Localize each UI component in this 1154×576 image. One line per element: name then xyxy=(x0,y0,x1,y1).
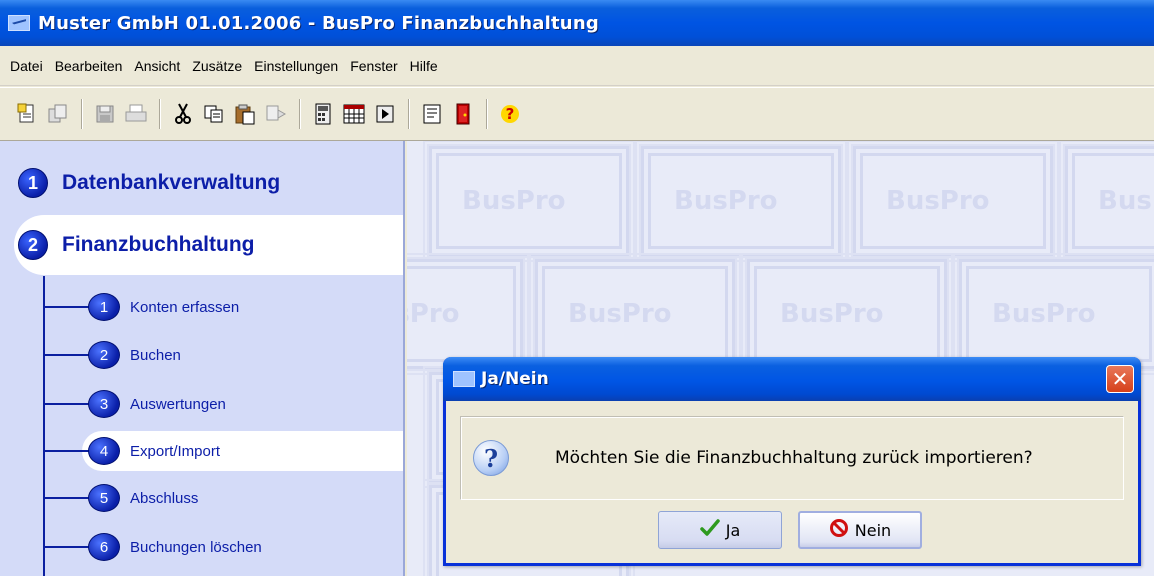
sub-item-konten-erfassen[interactable]: 1 Konten erfassen xyxy=(0,287,403,327)
prohibited-icon xyxy=(829,518,849,542)
sub-item-buchungen-loeschen[interactable]: 6 Buchungen löschen xyxy=(0,527,403,567)
tree-branch-line xyxy=(44,497,90,499)
sub-item-number-badge: 4 xyxy=(88,437,120,465)
sub-item-number-badge: 6 xyxy=(88,533,120,561)
sub-item-label: Auswertungen xyxy=(130,395,226,413)
new-document-icon[interactable] xyxy=(14,101,40,127)
menubar: Datei Bearbeiten Ansicht Zusätze Einstel… xyxy=(0,46,1154,86)
section-label: Datenbankverwaltung xyxy=(62,171,281,194)
section-number-badge: 2 xyxy=(18,230,48,260)
dialog-title: Ja/Nein xyxy=(481,369,549,389)
copy-icon[interactable] xyxy=(201,101,227,127)
print-icon[interactable] xyxy=(123,101,149,127)
watermark-text: BusPro xyxy=(886,186,990,216)
sub-item-auswertungen[interactable]: 3 Auswertungen xyxy=(0,384,403,424)
watermark-text: BusPro xyxy=(568,299,672,329)
watermark-text: BusPro xyxy=(674,186,778,216)
cut-icon[interactable] xyxy=(170,101,196,127)
report-icon[interactable] xyxy=(419,101,445,127)
help-icon[interactable]: ? xyxy=(497,101,523,127)
paste-special-icon[interactable] xyxy=(263,101,289,127)
menu-fenster[interactable]: Fenster xyxy=(344,56,403,76)
svg-text:?: ? xyxy=(506,105,515,123)
app-icon xyxy=(8,15,30,31)
tree-branch-line xyxy=(44,306,90,308)
sub-item-label: Export/Import xyxy=(130,442,221,460)
calendar-icon[interactable] xyxy=(341,101,367,127)
no-button-label: Nein xyxy=(854,520,892,540)
menu-bearbeiten[interactable]: Bearbeiten xyxy=(49,56,129,76)
section-number-badge: 1 xyxy=(18,168,48,198)
sub-item-label: Buchen xyxy=(130,346,181,364)
tree-branch-line xyxy=(44,450,90,452)
close-icon: ✕ xyxy=(1111,367,1129,391)
sub-item-export-import[interactable]: 4 Export/Import xyxy=(0,431,403,471)
menu-einstellungen[interactable]: Einstellungen xyxy=(248,56,344,76)
tree-branch-line xyxy=(44,354,90,356)
exit-door-icon[interactable] xyxy=(450,101,476,127)
sub-item-abschluss[interactable]: 5 Abschluss xyxy=(0,478,403,518)
sub-item-number-badge: 5 xyxy=(88,484,120,512)
question-icon: ? xyxy=(473,440,509,476)
section-label: Finanzbuchhaltung xyxy=(62,233,255,256)
watermark-text: BusPro xyxy=(1098,186,1154,216)
tree-branch-line xyxy=(44,546,90,548)
section-finanzbuchhaltung[interactable]: 2 Finanzbuchhaltung xyxy=(14,215,403,275)
menu-hilfe[interactable]: Hilfe xyxy=(404,56,444,76)
paste-icon[interactable] xyxy=(232,101,258,127)
section-datenbankverwaltung[interactable]: 1 Datenbankverwaltung xyxy=(14,153,403,213)
close-button[interactable]: ✕ xyxy=(1106,365,1134,393)
sub-item-number-badge: 3 xyxy=(88,390,120,418)
menu-zusaetze[interactable]: Zusätze xyxy=(186,56,248,76)
yes-button-label: Ja xyxy=(725,520,741,540)
no-button[interactable]: Nein xyxy=(798,511,922,549)
toolbar-separator xyxy=(81,99,83,129)
toolbar-separator xyxy=(159,99,161,129)
navigation-sidebar: 1 Datenbankverwaltung 2 Finanzbuchhaltun… xyxy=(0,141,405,576)
toolbar-separator xyxy=(299,99,301,129)
sub-item-number-badge: 1 xyxy=(88,293,120,321)
watermark-text: BusPro xyxy=(462,186,566,216)
sub-item-label: Abschluss xyxy=(130,489,199,507)
window-title: Muster GmbH 01.01.2006 - BusPro Finanzbu… xyxy=(38,12,599,34)
copy-document-icon[interactable] xyxy=(45,101,71,127)
toolbar-separator xyxy=(408,99,410,129)
calculator-icon[interactable] xyxy=(310,101,336,127)
watermark-text: BusPro xyxy=(780,299,884,329)
watermark-text: BusPro xyxy=(407,299,460,329)
yes-button[interactable]: Ja xyxy=(658,511,782,549)
save-icon[interactable] xyxy=(92,101,118,127)
checkmark-icon xyxy=(699,519,720,541)
dialog-app-icon xyxy=(453,371,475,387)
watermark-text: BusPro xyxy=(992,299,1096,329)
play-icon[interactable] xyxy=(372,101,398,127)
sub-item-number-badge: 2 xyxy=(88,341,120,369)
sub-item-label: Konten erfassen xyxy=(130,298,240,316)
confirm-dialog: Ja/Nein ✕ ? Möchten Sie die Finanzbuchha… xyxy=(443,357,1141,566)
menu-ansicht[interactable]: Ansicht xyxy=(128,56,186,76)
dialog-message: Möchten Sie die Finanzbuchhaltung zurück… xyxy=(555,448,1033,468)
message-panel: ? Möchten Sie die Finanzbuchhaltung zurü… xyxy=(460,416,1124,500)
sub-item-label: Buchungen löschen xyxy=(130,538,262,556)
dialog-titlebar[interactable]: Ja/Nein ✕ xyxy=(443,357,1141,401)
window-titlebar: Muster GmbH 01.01.2006 - BusPro Finanzbu… xyxy=(0,0,1154,46)
tree-branch-line xyxy=(44,403,90,405)
menu-datei[interactable]: Datei xyxy=(4,56,49,76)
toolbar: ? xyxy=(0,87,1154,141)
toolbar-separator xyxy=(486,99,488,129)
sub-item-buchen[interactable]: 2 Buchen xyxy=(0,335,403,375)
